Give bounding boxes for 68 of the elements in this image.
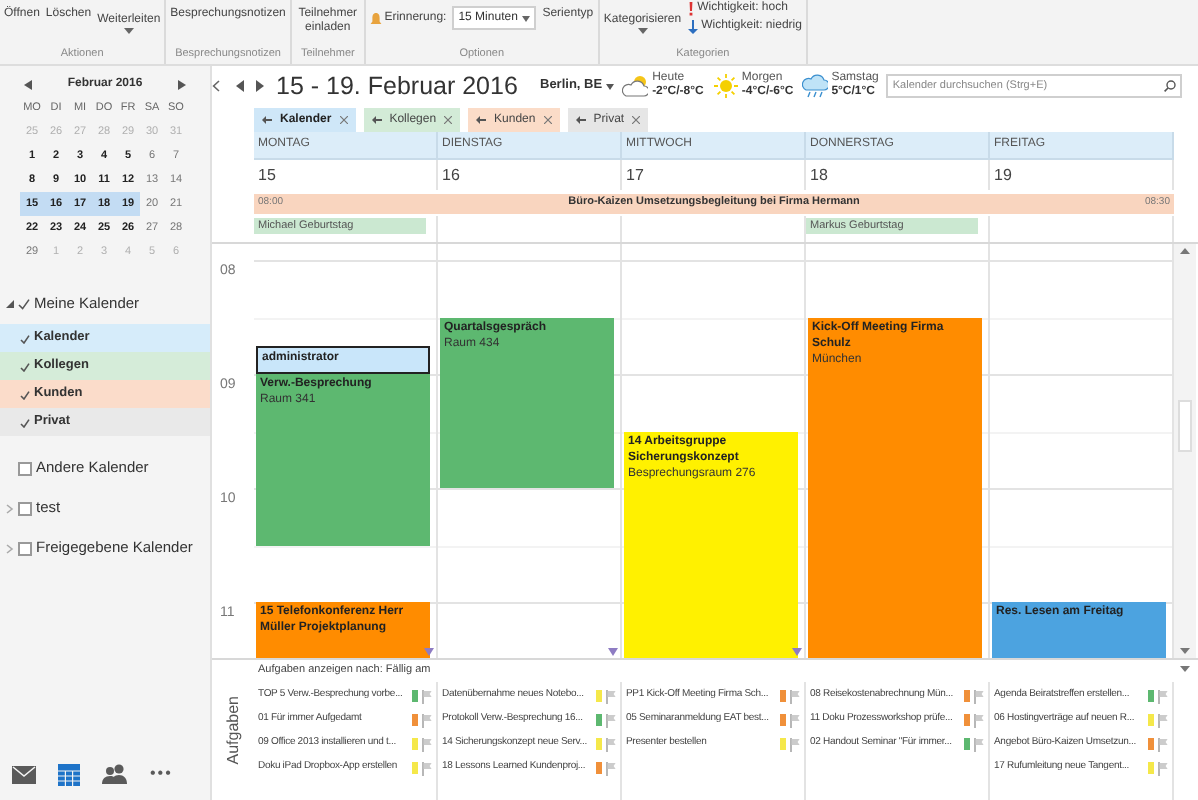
close-icon[interactable] xyxy=(543,116,552,124)
checkbox[interactable] xyxy=(18,541,32,555)
caret-icon xyxy=(606,83,615,89)
flag-icon[interactable] xyxy=(1158,689,1168,703)
cloud-sun-icon xyxy=(622,74,649,98)
flag-icon[interactable] xyxy=(606,689,616,703)
close-icon[interactable] xyxy=(339,116,348,124)
date-number: 15 xyxy=(258,163,276,187)
checkmark-icon[interactable] xyxy=(20,333,30,343)
people-icon[interactable] xyxy=(102,764,128,784)
flag-icon[interactable] xyxy=(1158,713,1168,727)
calendar-icon[interactable] xyxy=(58,763,80,785)
scroll-down-icon[interactable] xyxy=(1180,648,1190,654)
cloud-rain-icon xyxy=(801,74,828,98)
close-icon[interactable] xyxy=(632,116,641,124)
checkmark-icon[interactable] xyxy=(20,361,30,371)
date-number: 19 xyxy=(994,163,1012,187)
checkmark-icon[interactable] xyxy=(20,389,30,399)
flag-icon[interactable] xyxy=(606,713,616,727)
flag-icon[interactable] xyxy=(974,737,984,751)
checkmark-icon[interactable] xyxy=(20,417,30,427)
flag-icon[interactable] xyxy=(606,761,616,775)
previous-icon[interactable] xyxy=(24,80,32,90)
close-icon[interactable] xyxy=(444,116,453,124)
down-arrow-icon xyxy=(687,20,698,34)
flag-icon[interactable] xyxy=(790,689,800,703)
checkbox[interactable] xyxy=(18,461,32,475)
caret-icon xyxy=(123,28,134,36)
date-number: 17 xyxy=(626,163,644,187)
date-number: 16 xyxy=(442,163,460,187)
exclamation-icon xyxy=(687,2,694,16)
next-icon[interactable] xyxy=(256,80,264,92)
scrollbar-thumb[interactable] xyxy=(1178,400,1192,452)
flag-icon[interactable] xyxy=(422,713,432,727)
flag-icon[interactable] xyxy=(974,713,984,727)
flag-icon[interactable] xyxy=(1158,737,1168,751)
scrollbar[interactable] xyxy=(1174,244,1196,658)
chevron-right-icon[interactable] xyxy=(6,503,14,513)
expanded-icon[interactable] xyxy=(6,300,14,308)
checkmark-icon[interactable] xyxy=(18,298,30,310)
flag-icon[interactable] xyxy=(790,737,800,751)
arrow-icon xyxy=(575,116,586,124)
flag-icon[interactable] xyxy=(422,737,432,751)
mail-icon[interactable] xyxy=(12,765,36,783)
arrow-icon xyxy=(476,116,487,124)
flag-icon[interactable] xyxy=(974,689,984,703)
scroll-up-icon[interactable] xyxy=(1180,248,1190,254)
more-button[interactable]: ••• xyxy=(150,762,173,786)
flag-icon[interactable] xyxy=(790,713,800,727)
bell-icon xyxy=(370,12,383,26)
scroll-down-icon[interactable] xyxy=(1180,666,1190,672)
arrow-icon xyxy=(262,116,272,124)
tasks-label: Aufgaben xyxy=(221,695,244,765)
chevron-right-icon[interactable] xyxy=(6,543,14,553)
arrow-icon xyxy=(371,116,382,124)
flag-icon[interactable] xyxy=(422,689,432,703)
caret-icon xyxy=(637,28,648,36)
flag-icon[interactable] xyxy=(1158,761,1168,775)
flag-icon[interactable] xyxy=(606,737,616,751)
next-icon[interactable] xyxy=(177,80,186,90)
date-number: 18 xyxy=(810,163,828,187)
previous-icon[interactable] xyxy=(236,80,244,92)
date-range-title: 15 - 19. Februar 2016 xyxy=(276,69,520,104)
flag-icon[interactable] xyxy=(422,761,432,775)
collapse-icon[interactable] xyxy=(212,80,220,92)
caret-icon xyxy=(522,15,531,21)
sun-icon xyxy=(711,74,738,98)
checkbox[interactable] xyxy=(18,501,32,515)
